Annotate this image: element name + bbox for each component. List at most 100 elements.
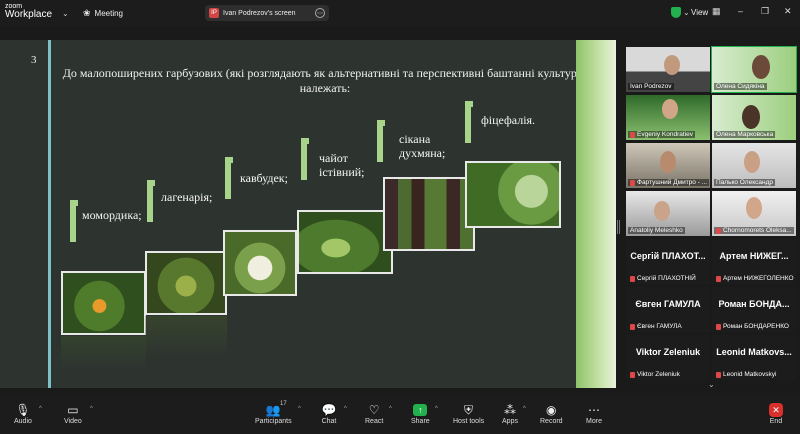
paw-icon: ❀ xyxy=(83,8,91,18)
apps-button[interactable]: ⁂ Apps xyxy=(502,402,518,425)
app-menu-chevron-icon[interactable]: ⌄ xyxy=(62,9,69,18)
slide-left-rule xyxy=(48,40,51,388)
video-tile[interactable]: Chornomorets Oleksa... xyxy=(712,191,796,236)
screen-share-indicator[interactable]: IP Ivan Podrezov's screen ⋯ xyxy=(205,5,329,21)
more-icon[interactable]: ⋯ xyxy=(315,8,325,18)
record-button[interactable]: ◉ Record xyxy=(540,402,563,425)
mic-off-icon xyxy=(630,131,635,138)
video-tile[interactable]: Anatoliy Meleshko xyxy=(626,191,710,236)
step-bracket xyxy=(465,101,473,143)
chayote-photo xyxy=(297,210,393,274)
participants-options-caret-icon[interactable]: ^ xyxy=(298,406,301,412)
ficifolia-photo xyxy=(465,161,561,228)
name-tile[interactable]: Viktor Zeleniuk Viktor Zeleniuk xyxy=(626,335,710,380)
video-tile[interactable]: Фартушний Дмитро - ... xyxy=(626,143,710,188)
chat-button[interactable]: 💬 Chat xyxy=(321,402,337,425)
participant-name: Артем НИЖЕГОЛЕНКО xyxy=(714,275,796,282)
participant-display-name: Роман БОНДА... xyxy=(718,299,790,309)
security-shield-icon[interactable] xyxy=(671,7,681,18)
share-button[interactable]: ↑ Share xyxy=(411,402,430,425)
mic-off-icon xyxy=(716,371,721,378)
photo-reflection xyxy=(145,316,227,356)
view-grid-icon[interactable]: ▦ xyxy=(712,6,721,17)
participant-name: Ivan Podrezov xyxy=(628,83,674,90)
step-bracket xyxy=(147,180,155,222)
microphone-icon: 🎙 xyxy=(15,403,31,417)
security-chevron-icon[interactable]: ⌄ xyxy=(683,8,690,17)
participant-name: Фартушний Дмитро - ... xyxy=(628,179,710,186)
chat-options-caret-icon[interactable]: ^ xyxy=(344,406,347,412)
participant-name: Сергій ПЛАХОТНІЙ xyxy=(628,275,698,282)
video-tile[interactable]: Олена Марковська xyxy=(712,95,796,140)
audio-button[interactable]: 🎙 Audio xyxy=(14,402,32,425)
mic-off-icon xyxy=(630,275,635,282)
step-bracket xyxy=(70,200,78,242)
video-tile[interactable]: Evgeniy Kondratiev xyxy=(626,95,710,140)
mic-off-icon xyxy=(630,179,635,186)
step-label: кавбудек; xyxy=(240,171,288,185)
host-tools-button[interactable]: ⛨ Host tools xyxy=(453,402,484,426)
end-button[interactable]: ✕ End xyxy=(768,402,784,425)
share-options-caret-icon[interactable]: ^ xyxy=(435,406,438,412)
participant-gallery: Ivan Podrezov Олена Сидякіна Evgeniy Kon… xyxy=(626,46,798,380)
audio-options-caret-icon[interactable]: ^ xyxy=(39,406,42,412)
sicana-photo xyxy=(383,177,475,251)
heart-icon: ♡ xyxy=(368,403,380,417)
name-tile[interactable]: Євген ГАМУЛА Євген ГАМУЛА xyxy=(626,287,710,332)
participant-face xyxy=(660,151,676,173)
chat-icon: 💬 xyxy=(321,403,337,417)
momordica-photo xyxy=(61,271,146,335)
mic-off-icon xyxy=(716,275,721,282)
step-label: лагенарія; xyxy=(161,190,213,204)
participants-icon: 👥 xyxy=(265,403,281,417)
name-tile[interactable]: Leonid Matkovs... Leonid Matkovskyi xyxy=(712,335,796,380)
name-tile[interactable]: Сергій ПЛАХОТ... Сергій ПЛАХОТНІЙ xyxy=(626,239,710,284)
video-button[interactable]: ▭ Video xyxy=(64,402,82,425)
step-label: чайот істівний; xyxy=(319,151,365,179)
step-bracket xyxy=(225,157,233,199)
participant-face xyxy=(744,151,760,173)
name-tile[interactable]: Роман БОНДА... Роман БОНДАРЕНКО xyxy=(712,287,796,332)
participant-display-name: Євген ГАМУЛА xyxy=(635,299,701,309)
participant-face xyxy=(654,201,670,221)
name-tile[interactable]: Артем НИЖЕГ... Артем НИЖЕГОЛЕНКО xyxy=(712,239,796,284)
share-owner-label: Ivan Podrezov's screen xyxy=(223,9,296,17)
react-button[interactable]: ♡ React xyxy=(365,402,383,425)
participant-name: Chornomorets Oleksa... xyxy=(714,227,794,234)
apps-icon: ⁂ xyxy=(504,403,516,417)
video-tile[interactable]: Палько Олександр xyxy=(712,143,796,188)
participant-name: Leonid Matkovskyi xyxy=(714,371,778,378)
mic-off-icon xyxy=(716,323,721,330)
video-options-caret-icon[interactable]: ^ xyxy=(90,406,93,412)
participant-name: Роман БОНДАРЕНКО xyxy=(714,323,791,330)
minimize-icon[interactable]: – xyxy=(738,6,743,16)
participant-face xyxy=(746,197,762,219)
share-owner-avatar: IP xyxy=(209,8,219,18)
panel-resize-handle[interactable] xyxy=(617,220,620,234)
participant-display-name: Артем НИЖЕГ... xyxy=(719,251,789,261)
apps-options-caret-icon[interactable]: ^ xyxy=(523,406,526,412)
participant-name: Олена Марковська xyxy=(714,131,776,138)
restore-icon[interactable]: ❐ xyxy=(761,6,769,17)
react-options-caret-icon[interactable]: ^ xyxy=(389,406,392,412)
view-menu[interactable]: View xyxy=(691,8,708,17)
share-screen-icon: ↑ xyxy=(413,404,428,416)
kabudek-photo xyxy=(223,230,297,296)
participant-face xyxy=(664,55,680,75)
slide-number: 3 xyxy=(31,54,37,66)
video-tile[interactable]: Ivan Podrezov xyxy=(626,47,710,92)
participants-count: 17 xyxy=(280,401,287,407)
shield-icon: ⛨ xyxy=(464,402,474,417)
participant-name: Anatoliy Meleshko xyxy=(628,227,685,234)
video-camera-icon: ▭ xyxy=(67,403,79,417)
gallery-scroll-down-icon[interactable]: ⌄ xyxy=(708,380,715,389)
close-icon[interactable]: ✕ xyxy=(784,6,792,17)
slide-green-edge xyxy=(576,40,616,388)
top-bar: zoom Workplace ⌄ ❀ Meeting IP Ivan Podre… xyxy=(0,0,800,26)
participant-name: Євген ГАМУЛА xyxy=(628,323,684,330)
step-bracket xyxy=(301,138,309,180)
meeting-menu[interactable]: ❀ Meeting xyxy=(83,8,123,19)
video-tile[interactable]: Олена Сидякіна xyxy=(711,46,797,93)
more-button[interactable]: ⋯ More xyxy=(586,402,602,425)
meeting-toolbar: 🎙 Audio ^ ▭ Video ^ 👥 Participants 17 ^ … xyxy=(0,396,800,434)
